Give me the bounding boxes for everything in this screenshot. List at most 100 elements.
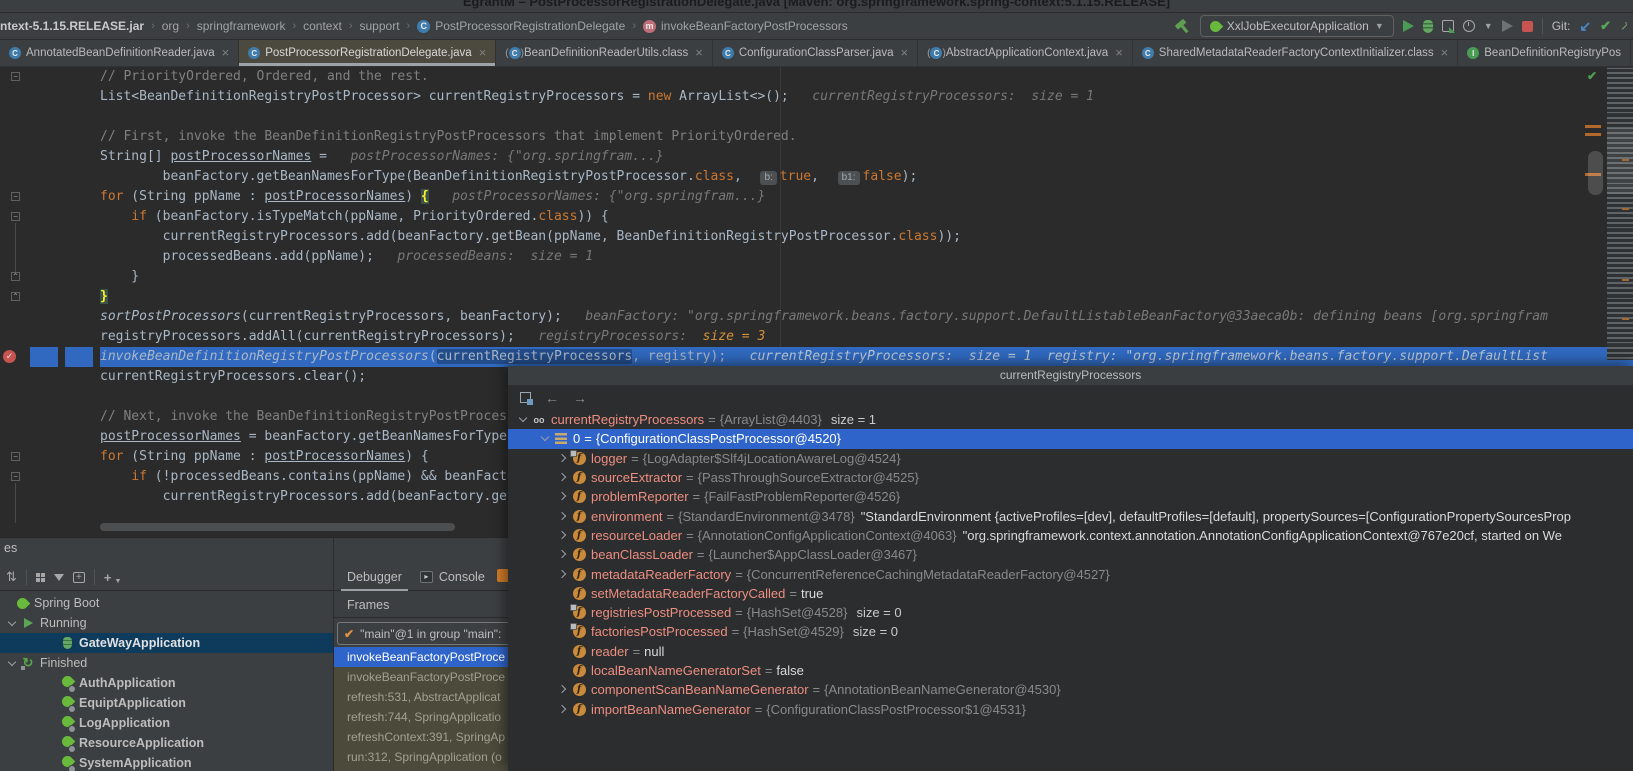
variable-row[interactable]: ffactoriesPostProcessed={HashSet@4529}si… bbox=[508, 622, 1633, 641]
breadcrumb-item[interactable]: ›org bbox=[144, 19, 179, 33]
breadcrumb-item[interactable]: ntext-5.1.15.RELEASE.jar bbox=[0, 19, 144, 33]
variable-row[interactable]: flogger={LogAdapter$Slf4jLocationAwareLo… bbox=[508, 449, 1633, 468]
service-row[interactable]: ↻Finished bbox=[0, 653, 333, 673]
vertical-scrollbar[interactable] bbox=[1588, 151, 1603, 195]
back-arrow-icon[interactable]: ← bbox=[545, 390, 559, 406]
inspection-status-icon[interactable]: ✔ bbox=[1587, 69, 1597, 83]
fold-end-icon[interactable]: ⌃ bbox=[11, 292, 20, 301]
chevron-right-icon[interactable] bbox=[557, 570, 571, 579]
build-hammer-icon[interactable] bbox=[1170, 14, 1194, 38]
stop-button[interactable] bbox=[1522, 21, 1533, 32]
chevron-right-icon[interactable] bbox=[557, 492, 571, 501]
collapse-all-icon[interactable]: ⇅ bbox=[6, 569, 17, 585]
git-commit-icon[interactable]: ✔ bbox=[1600, 18, 1611, 34]
code-line[interactable] bbox=[100, 107, 1633, 127]
code-line[interactable]: registryProcessors.addAll(currentRegistr… bbox=[100, 327, 1633, 347]
code-line[interactable]: currentRegistryProcessors.add(beanFactor… bbox=[100, 227, 1633, 247]
breadcrumb-item[interactable]: ›springframework bbox=[179, 19, 285, 33]
breadcrumb-item[interactable]: ›context bbox=[285, 19, 341, 33]
tab-console[interactable]: ▸Console bbox=[420, 570, 485, 584]
code-line[interactable]: List<BeanDefinitionRegistryPostProcessor… bbox=[100, 87, 1633, 107]
code-line[interactable]: // First, invoke the BeanDefinitionRegis… bbox=[100, 127, 1633, 147]
variable-row[interactable]: fimportBeanNameGenerator={ConfigurationC… bbox=[508, 699, 1633, 718]
code-line[interactable]: processedBeans.add(ppName); processedBea… bbox=[100, 247, 1633, 267]
editor-tab[interactable]: CPostProcessorRegistrationDelegate.java× bbox=[239, 40, 496, 66]
fold-marker-icon[interactable]: − bbox=[11, 192, 20, 201]
tab-debugger[interactable]: Debugger bbox=[347, 570, 402, 584]
service-row[interactable]: ResourceApplication bbox=[0, 733, 333, 753]
chevron-right-icon[interactable] bbox=[557, 454, 571, 463]
code-line[interactable]: } bbox=[100, 287, 1633, 307]
variable-row[interactable]: fsourceExtractor={PassThroughSourceExtra… bbox=[508, 468, 1633, 487]
service-row[interactable]: LogApplication bbox=[0, 713, 333, 733]
fold-marker-icon[interactable]: − bbox=[11, 72, 20, 81]
code-line[interactable]: } bbox=[100, 267, 1633, 287]
code-line[interactable]: sortPostProcessors(currentRegistryProces… bbox=[100, 307, 1633, 327]
editor-tab[interactable]: IBeanDefinitionRegistryPos bbox=[1458, 40, 1631, 66]
variable-row[interactable]: 0={ConfigurationClassPostProcessor@4520} bbox=[508, 429, 1633, 448]
forward-arrow-icon[interactable]: → bbox=[573, 390, 587, 406]
run-button[interactable] bbox=[1403, 20, 1414, 32]
chevron-right-icon[interactable] bbox=[557, 685, 571, 694]
service-row[interactable]: Spring Boot bbox=[0, 593, 333, 613]
code-line[interactable]: beanFactory.getBeanNamesForType(BeanDefi… bbox=[100, 167, 1633, 187]
breadcrumb-item[interactable]: ›support bbox=[342, 19, 400, 33]
variable-row[interactable]: fproblemReporter={FailFastProblemReporte… bbox=[508, 487, 1633, 506]
code-line[interactable]: if (beanFactory.isTypeMatch(ppName, Prio… bbox=[100, 207, 1633, 227]
variable-row[interactable]: fcomponentScanBeanNameGenerator={Annotat… bbox=[508, 680, 1633, 699]
variable-row[interactable]: fenvironment={StandardEnvironment@3478}"… bbox=[508, 506, 1633, 525]
fold-marker-icon[interactable]: − bbox=[11, 452, 20, 461]
code-line[interactable]: for (String ppName : postProcessorNames)… bbox=[100, 187, 1633, 207]
chevron-down-icon[interactable] bbox=[6, 659, 20, 668]
minimap-viewport[interactable] bbox=[1607, 128, 1633, 194]
code-minimap[interactable] bbox=[1607, 67, 1633, 360]
view-options-icon[interactable] bbox=[36, 573, 45, 582]
git-push-icon[interactable]: ↗ bbox=[1620, 18, 1627, 34]
add-service-icon[interactable]: + bbox=[73, 572, 85, 583]
close-icon[interactable]: × bbox=[479, 48, 487, 58]
editor-tab[interactable]: CConfigurationClassParser.java× bbox=[713, 40, 918, 66]
variable-row[interactable]: freader=null bbox=[508, 642, 1633, 661]
chevron-right-icon[interactable] bbox=[557, 705, 571, 714]
chevron-right-icon[interactable] bbox=[557, 531, 571, 540]
error-stripe-mark[interactable] bbox=[1585, 133, 1601, 136]
code-line[interactable]: invokeBeanDefinitionRegistryPostProcesso… bbox=[100, 347, 1633, 367]
close-icon[interactable]: × bbox=[1441, 48, 1449, 58]
variable-row[interactable]: fsetMetadataReaderFactoryCalled=true bbox=[508, 584, 1633, 603]
chevron-down-icon[interactable] bbox=[6, 619, 20, 628]
variable-row[interactable]: fresourceLoader={AnnotationConfigApplica… bbox=[508, 526, 1633, 545]
debug-button[interactable] bbox=[1423, 20, 1433, 33]
service-row[interactable]: SystemApplication bbox=[0, 753, 333, 771]
editor-tab[interactable]: CSharedMetadataReaderFactoryContextIniti… bbox=[1133, 40, 1458, 66]
service-row[interactable]: EquiptApplication bbox=[0, 693, 333, 713]
chevron-down-icon[interactable] bbox=[517, 415, 531, 424]
filter-icon[interactable] bbox=[54, 574, 64, 581]
code-line[interactable]: // PriorityOrdered, Ordered, and the res… bbox=[100, 67, 1633, 87]
editor-tab[interactable]: (C)AbstractApplicationContext.java× bbox=[918, 40, 1133, 66]
service-row[interactable]: Running bbox=[0, 613, 333, 633]
chevron-down-icon[interactable]: ▼ bbox=[1484, 21, 1493, 31]
variable-row[interactable]: flocalBeanNameGeneratorSet=false bbox=[508, 661, 1633, 680]
variable-row[interactable]: fmetadataReaderFactory={ConcurrentRefere… bbox=[508, 564, 1633, 583]
chevron-down-icon[interactable] bbox=[539, 434, 553, 443]
close-icon[interactable]: × bbox=[1115, 48, 1123, 58]
close-icon[interactable]: × bbox=[222, 48, 230, 58]
service-row[interactable]: AuthApplication bbox=[0, 673, 333, 693]
fold-end-icon[interactable]: ⌃ bbox=[11, 272, 20, 281]
editor-tab[interactable]: CAnnotatedBeanDefinitionReader.java× bbox=[0, 40, 239, 66]
editor-tab[interactable]: (C)BeanDefinitionReaderUtils.class× bbox=[496, 40, 713, 66]
variable-row[interactable]: oocurrentRegistryProcessors={ArrayList@4… bbox=[508, 410, 1633, 429]
service-row[interactable]: GateWayApplication bbox=[0, 633, 333, 653]
chevron-right-icon[interactable] bbox=[557, 512, 571, 521]
horizontal-scrollbar[interactable] bbox=[100, 523, 455, 531]
variable-row[interactable]: fregistriesPostProcessed={HashSet@4528}s… bbox=[508, 603, 1633, 622]
fold-marker-icon[interactable]: − bbox=[11, 212, 20, 221]
chevron-right-icon[interactable] bbox=[557, 473, 571, 482]
close-icon[interactable]: × bbox=[901, 48, 909, 58]
run-configuration-select[interactable]: XxlJobExecutorApplication ▼ bbox=[1200, 15, 1394, 37]
breadcrumb-item[interactable]: ›minvokeBeanFactoryPostProcessors bbox=[625, 19, 847, 33]
chevron-right-icon[interactable] bbox=[557, 550, 571, 559]
rerun-button-disabled[interactable] bbox=[1502, 20, 1513, 32]
close-icon[interactable]: × bbox=[695, 48, 703, 58]
error-stripe-mark[interactable] bbox=[1585, 125, 1601, 128]
